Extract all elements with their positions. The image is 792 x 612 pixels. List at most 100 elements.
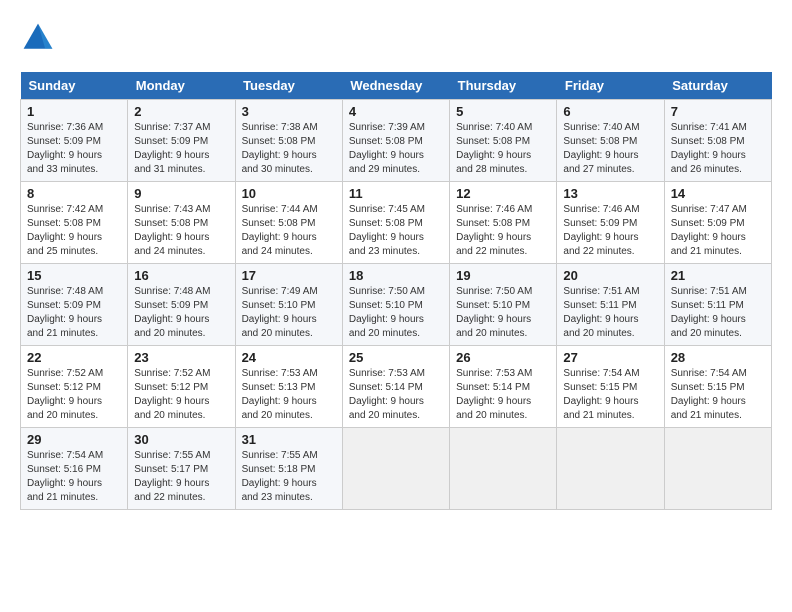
day-number: 4 [349, 104, 443, 119]
day-info: Sunrise: 7:53 AMSunset: 5:14 PMDaylight:… [456, 367, 550, 423]
day-number: 25 [349, 350, 443, 365]
day-info: Sunrise: 7:38 AMSunset: 5:08 PMDaylight:… [242, 121, 336, 177]
calendar-cell: 12 Sunrise: 7:46 AMSunset: 5:08 PMDaylig… [450, 182, 557, 264]
day-number: 21 [671, 268, 765, 283]
day-number: 18 [349, 268, 443, 283]
day-number: 1 [27, 104, 121, 119]
day-info: Sunrise: 7:45 AMSunset: 5:08 PMDaylight:… [349, 203, 443, 259]
day-number: 27 [563, 350, 657, 365]
calendar-cell: 30 Sunrise: 7:55 AMSunset: 5:17 PMDaylig… [128, 428, 235, 510]
calendar-cell: 8 Sunrise: 7:42 AMSunset: 5:08 PMDayligh… [21, 182, 128, 264]
day-info: Sunrise: 7:55 AMSunset: 5:17 PMDaylight:… [134, 449, 228, 505]
calendar-cell: 11 Sunrise: 7:45 AMSunset: 5:08 PMDaylig… [342, 182, 449, 264]
day-info: Sunrise: 7:42 AMSunset: 5:08 PMDaylight:… [27, 203, 121, 259]
day-number: 24 [242, 350, 336, 365]
calendar-cell: 1 Sunrise: 7:36 AMSunset: 5:09 PMDayligh… [21, 100, 128, 182]
calendar-cell: 7 Sunrise: 7:41 AMSunset: 5:08 PMDayligh… [664, 100, 771, 182]
day-info: Sunrise: 7:54 AMSunset: 5:15 PMDaylight:… [671, 367, 765, 423]
calendar-cell: 10 Sunrise: 7:44 AMSunset: 5:08 PMDaylig… [235, 182, 342, 264]
day-info: Sunrise: 7:48 AMSunset: 5:09 PMDaylight:… [27, 285, 121, 341]
calendar-cell: 2 Sunrise: 7:37 AMSunset: 5:09 PMDayligh… [128, 100, 235, 182]
calendar-cell: 9 Sunrise: 7:43 AMSunset: 5:08 PMDayligh… [128, 182, 235, 264]
day-number: 19 [456, 268, 550, 283]
day-number: 17 [242, 268, 336, 283]
calendar-cell: 3 Sunrise: 7:38 AMSunset: 5:08 PMDayligh… [235, 100, 342, 182]
day-info: Sunrise: 7:48 AMSunset: 5:09 PMDaylight:… [134, 285, 228, 341]
calendar-cell: 17 Sunrise: 7:49 AMSunset: 5:10 PMDaylig… [235, 264, 342, 346]
day-info: Sunrise: 7:49 AMSunset: 5:10 PMDaylight:… [242, 285, 336, 341]
calendar-cell: 5 Sunrise: 7:40 AMSunset: 5:08 PMDayligh… [450, 100, 557, 182]
day-number: 12 [456, 186, 550, 201]
calendar-cell [342, 428, 449, 510]
weekday-header-wednesday: Wednesday [342, 72, 449, 100]
weekday-header-thursday: Thursday [450, 72, 557, 100]
day-number: 26 [456, 350, 550, 365]
day-number: 6 [563, 104, 657, 119]
day-number: 14 [671, 186, 765, 201]
day-number: 22 [27, 350, 121, 365]
calendar-cell [664, 428, 771, 510]
calendar-cell: 29 Sunrise: 7:54 AMSunset: 5:16 PMDaylig… [21, 428, 128, 510]
calendar-table: SundayMondayTuesdayWednesdayThursdayFrid… [20, 72, 772, 510]
calendar-cell: 26 Sunrise: 7:53 AMSunset: 5:14 PMDaylig… [450, 346, 557, 428]
day-info: Sunrise: 7:54 AMSunset: 5:16 PMDaylight:… [27, 449, 121, 505]
day-info: Sunrise: 7:44 AMSunset: 5:08 PMDaylight:… [242, 203, 336, 259]
day-info: Sunrise: 7:50 AMSunset: 5:10 PMDaylight:… [456, 285, 550, 341]
logo [20, 20, 60, 56]
calendar-cell: 31 Sunrise: 7:55 AMSunset: 5:18 PMDaylig… [235, 428, 342, 510]
day-number: 15 [27, 268, 121, 283]
weekday-header-saturday: Saturday [664, 72, 771, 100]
calendar-cell: 14 Sunrise: 7:47 AMSunset: 5:09 PMDaylig… [664, 182, 771, 264]
calendar-cell: 20 Sunrise: 7:51 AMSunset: 5:11 PMDaylig… [557, 264, 664, 346]
calendar-cell [557, 428, 664, 510]
day-info: Sunrise: 7:39 AMSunset: 5:08 PMDaylight:… [349, 121, 443, 177]
calendar-week-4: 22 Sunrise: 7:52 AMSunset: 5:12 PMDaylig… [21, 346, 772, 428]
day-number: 20 [563, 268, 657, 283]
day-number: 8 [27, 186, 121, 201]
calendar-cell: 16 Sunrise: 7:48 AMSunset: 5:09 PMDaylig… [128, 264, 235, 346]
calendar-cell: 18 Sunrise: 7:50 AMSunset: 5:10 PMDaylig… [342, 264, 449, 346]
weekday-header-tuesday: Tuesday [235, 72, 342, 100]
day-info: Sunrise: 7:52 AMSunset: 5:12 PMDaylight:… [134, 367, 228, 423]
weekday-header-friday: Friday [557, 72, 664, 100]
calendar-cell: 21 Sunrise: 7:51 AMSunset: 5:11 PMDaylig… [664, 264, 771, 346]
day-info: Sunrise: 7:52 AMSunset: 5:12 PMDaylight:… [27, 367, 121, 423]
day-info: Sunrise: 7:51 AMSunset: 5:11 PMDaylight:… [563, 285, 657, 341]
day-info: Sunrise: 7:41 AMSunset: 5:08 PMDaylight:… [671, 121, 765, 177]
day-number: 13 [563, 186, 657, 201]
day-info: Sunrise: 7:36 AMSunset: 5:09 PMDaylight:… [27, 121, 121, 177]
day-number: 5 [456, 104, 550, 119]
day-number: 2 [134, 104, 228, 119]
calendar-cell [450, 428, 557, 510]
day-number: 29 [27, 432, 121, 447]
calendar-cell: 15 Sunrise: 7:48 AMSunset: 5:09 PMDaylig… [21, 264, 128, 346]
day-number: 16 [134, 268, 228, 283]
calendar-cell: 24 Sunrise: 7:53 AMSunset: 5:13 PMDaylig… [235, 346, 342, 428]
day-number: 30 [134, 432, 228, 447]
weekday-header-sunday: Sunday [21, 72, 128, 100]
day-info: Sunrise: 7:37 AMSunset: 5:09 PMDaylight:… [134, 121, 228, 177]
calendar-cell: 4 Sunrise: 7:39 AMSunset: 5:08 PMDayligh… [342, 100, 449, 182]
day-number: 7 [671, 104, 765, 119]
day-info: Sunrise: 7:50 AMSunset: 5:10 PMDaylight:… [349, 285, 443, 341]
calendar-week-5: 29 Sunrise: 7:54 AMSunset: 5:16 PMDaylig… [21, 428, 772, 510]
day-number: 31 [242, 432, 336, 447]
calendar-cell: 27 Sunrise: 7:54 AMSunset: 5:15 PMDaylig… [557, 346, 664, 428]
day-info: Sunrise: 7:47 AMSunset: 5:09 PMDaylight:… [671, 203, 765, 259]
day-info: Sunrise: 7:40 AMSunset: 5:08 PMDaylight:… [456, 121, 550, 177]
calendar-cell: 6 Sunrise: 7:40 AMSunset: 5:08 PMDayligh… [557, 100, 664, 182]
day-number: 10 [242, 186, 336, 201]
calendar-cell: 13 Sunrise: 7:46 AMSunset: 5:09 PMDaylig… [557, 182, 664, 264]
day-number: 11 [349, 186, 443, 201]
day-number: 28 [671, 350, 765, 365]
calendar-cell: 28 Sunrise: 7:54 AMSunset: 5:15 PMDaylig… [664, 346, 771, 428]
day-number: 23 [134, 350, 228, 365]
day-info: Sunrise: 7:40 AMSunset: 5:08 PMDaylight:… [563, 121, 657, 177]
calendar-week-1: 1 Sunrise: 7:36 AMSunset: 5:09 PMDayligh… [21, 100, 772, 182]
calendar-cell: 22 Sunrise: 7:52 AMSunset: 5:12 PMDaylig… [21, 346, 128, 428]
calendar-week-3: 15 Sunrise: 7:48 AMSunset: 5:09 PMDaylig… [21, 264, 772, 346]
calendar-cell: 25 Sunrise: 7:53 AMSunset: 5:14 PMDaylig… [342, 346, 449, 428]
calendar-week-2: 8 Sunrise: 7:42 AMSunset: 5:08 PMDayligh… [21, 182, 772, 264]
day-number: 3 [242, 104, 336, 119]
day-info: Sunrise: 7:53 AMSunset: 5:14 PMDaylight:… [349, 367, 443, 423]
